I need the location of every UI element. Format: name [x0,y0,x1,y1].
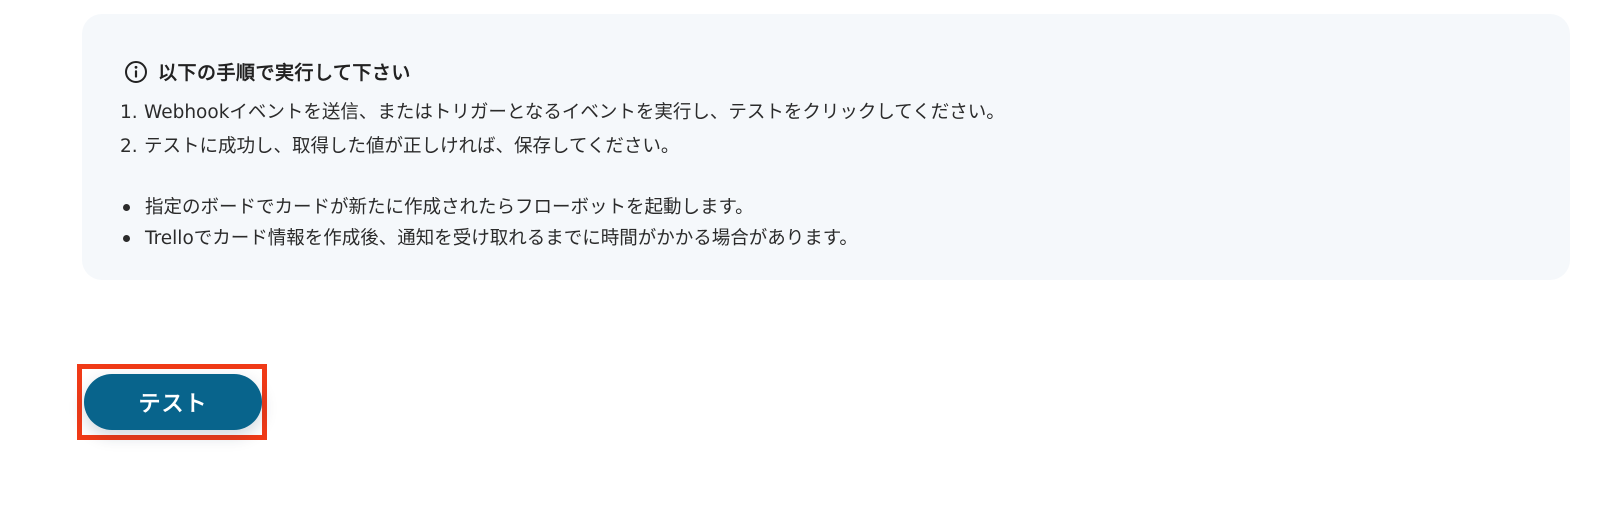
instructions-header: 以下の手順で実行して下さい [124,58,411,85]
step-item: 2. テストに成功し、取得した値が正しければ、保存してください。 [120,130,1005,164]
bullet-dot-icon [123,235,130,242]
note-item: Trelloでカード情報を作成後、通知を受け取れるまでに時間がかかる場合がありま… [120,223,858,254]
step-number: 2. [120,136,138,157]
test-button[interactable]: テスト [84,374,262,430]
step-text: Webhookイベントを送信、またはトリガーとなるイベントを実行し、テストをクリ… [144,102,1005,123]
instructions-title: 以下の手順で実行して下さい [158,62,411,84]
step-item: 1. Webhookイベントを送信、またはトリガーとなるイベントを実行し、テスト… [120,96,1005,130]
steps-list: 1. Webhookイベントを送信、またはトリガーとなるイベントを実行し、テスト… [120,96,1005,164]
note-text: Trelloでカード情報を作成後、通知を受け取れるまでに時間がかかる場合がありま… [145,228,858,249]
notes-list: 指定のボードでカードが新たに作成されたらフローボットを起動します。 Trello… [120,192,858,254]
note-item: 指定のボードでカードが新たに作成されたらフローボットを起動します。 [120,192,858,223]
note-text: 指定のボードでカードが新たに作成されたらフローボットを起動します。 [145,197,754,218]
bullet-dot-icon [123,204,130,211]
instructions-panel: 以下の手順で実行して下さい 1. Webhookイベントを送信、またはトリガーと… [82,14,1570,280]
step-number: 1. [120,102,138,123]
info-circle-icon [124,60,148,84]
step-text: テストに成功し、取得した値が正しければ、保存してください。 [144,136,680,157]
